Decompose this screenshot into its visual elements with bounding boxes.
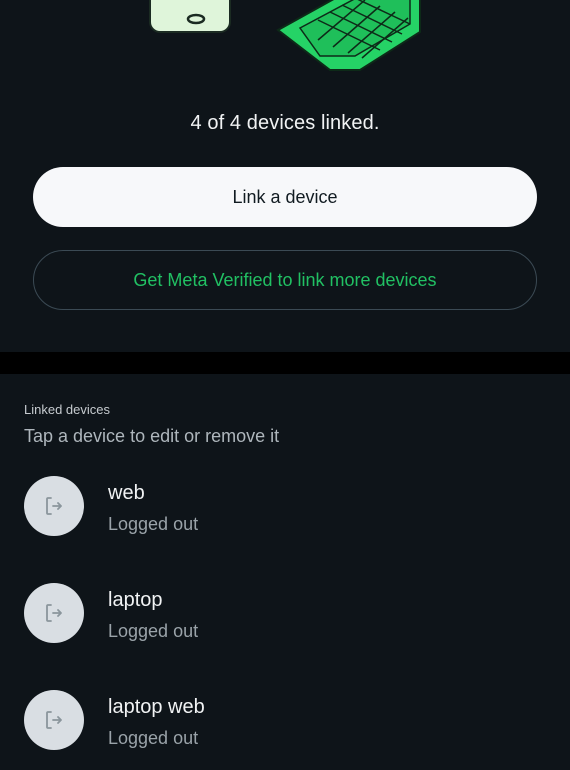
device-status: Logged out [108,621,199,641]
top-section: 4 of 4 devices linked. Link a device Get… [0,0,570,352]
logout-icon [46,497,62,515]
phone-illustration [149,0,231,33]
device-name: web [108,482,145,504]
device-item-laptop-web[interactable]: laptop web Logged out [0,690,570,770]
section-title: Linked devices [24,402,110,417]
linked-devices-illustration [149,0,421,71]
section-subtitle: Tap a device to edit or remove it [24,426,280,446]
linked-devices-section: Linked devices Tap a device to edit or r… [0,374,570,770]
logout-icon [46,604,62,622]
laptop-illustration [276,0,421,71]
device-status: Logged out [108,514,199,534]
section-divider [0,352,570,374]
linked-count-text: 4 of 4 devices linked. [190,112,380,134]
link-device-button[interactable]: Link a device [33,167,537,227]
device-item-laptop[interactable]: laptop Logged out [0,583,570,663]
device-avatar [24,690,84,750]
device-avatar [24,583,84,643]
device-status: Logged out [108,728,199,748]
device-avatar [24,476,84,536]
device-item-web[interactable]: web Logged out [0,476,570,556]
logout-icon [46,711,62,729]
device-name: laptop [108,589,163,611]
device-name: laptop web [108,696,205,718]
meta-verified-button[interactable]: Get Meta Verified to link more devices [33,250,537,310]
